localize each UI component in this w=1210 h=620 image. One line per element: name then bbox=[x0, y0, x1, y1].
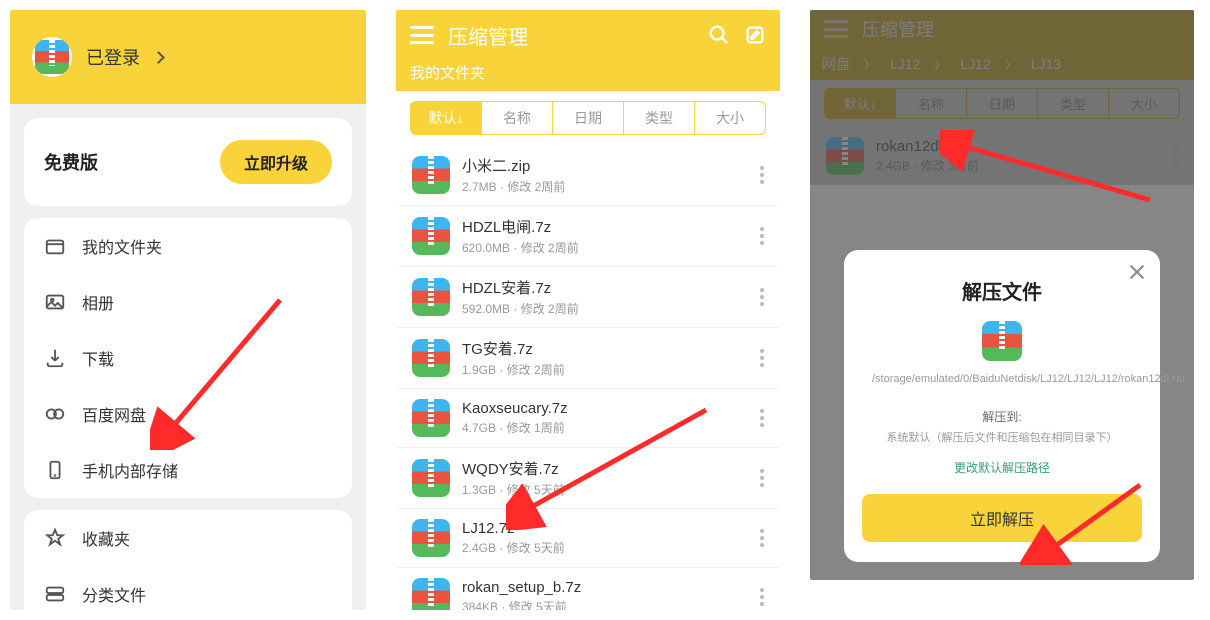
search-icon[interactable] bbox=[708, 24, 730, 46]
plan-label: 免费版 bbox=[44, 149, 98, 175]
more-icon[interactable] bbox=[760, 166, 764, 184]
hamburger-icon[interactable] bbox=[410, 26, 434, 44]
file-name: HDZL电闸.7z bbox=[462, 216, 748, 237]
file-name: TG安着.7z bbox=[462, 338, 748, 359]
menu-card-1: 我的文件夹 相册 下载 百度网盘 手机内部存储 bbox=[24, 218, 352, 498]
link-icon bbox=[44, 403, 66, 425]
file-meta: 1.3GB · 修改 5天前 bbox=[462, 481, 748, 498]
menu-baidu[interactable]: 百度网盘 bbox=[24, 386, 352, 442]
more-icon[interactable] bbox=[760, 349, 764, 367]
file-row[interactable]: rokan_setup_b.7z 384KB · 修改 5天前 bbox=[396, 568, 780, 610]
image-icon bbox=[44, 291, 66, 313]
phone-icon bbox=[44, 459, 66, 481]
sidebar-body: 免费版 立即升级 我的文件夹 相册 下载 百度网盘 手 bbox=[10, 104, 366, 610]
download-icon bbox=[44, 347, 66, 369]
screenshot-2: 压缩管理 我的文件夹 默认↓ 名称 日期 类型 大小 小米二.zip 2.7MB… bbox=[396, 10, 780, 610]
file-row[interactable]: 小米二.zip 2.7MB · 修改 2周前 bbox=[396, 145, 780, 206]
menu-label: 分类文件 bbox=[82, 582, 146, 606]
tab-type[interactable]: 类型 bbox=[624, 101, 695, 135]
menu-download[interactable]: 下载 bbox=[24, 330, 352, 386]
upgrade-button[interactable]: 立即升级 bbox=[220, 140, 332, 184]
file-meta: 1.9GB · 修改 2周前 bbox=[462, 361, 748, 378]
dest-desc: 系统默认（解压后文件和压缩包在相同目录下） bbox=[862, 429, 1142, 445]
more-icon[interactable] bbox=[760, 288, 764, 306]
menu-my-folder[interactable]: 我的文件夹 bbox=[24, 218, 352, 274]
file-meta: 620.0MB · 修改 2周前 bbox=[462, 239, 748, 256]
archive-icon bbox=[412, 339, 450, 377]
more-icon[interactable] bbox=[760, 227, 764, 245]
archive-icon bbox=[412, 217, 450, 255]
archive-icon bbox=[412, 519, 450, 557]
file-meta: 2.7MB · 修改 2周前 bbox=[462, 178, 748, 195]
tab-name[interactable]: 名称 bbox=[482, 101, 553, 135]
folder-icon bbox=[44, 235, 66, 257]
close-icon[interactable] bbox=[1128, 262, 1146, 280]
screenshot-3: 压缩管理 网盘 〉 LJ12 〉 LJ12 〉 LJ13 默认↓ 名称 日期 类… bbox=[810, 10, 1194, 580]
file-row[interactable]: TG安着.7z 1.9GB · 修改 2周前 bbox=[396, 328, 780, 389]
more-icon[interactable] bbox=[760, 409, 764, 427]
category-icon bbox=[44, 583, 66, 605]
extract-button[interactable]: 立即解压 bbox=[862, 494, 1142, 542]
menu-label: 下载 bbox=[82, 346, 114, 370]
dialog-title: 解压文件 bbox=[862, 276, 1142, 305]
archive-icon bbox=[982, 321, 1022, 361]
menu-label: 我的文件夹 bbox=[82, 234, 162, 258]
tab-default[interactable]: 默认↓ bbox=[410, 101, 482, 135]
menu-label: 收藏夹 bbox=[82, 526, 130, 550]
app-title: 压缩管理 bbox=[448, 21, 694, 50]
screenshot-1: 已登录 免费版 立即升级 我的文件夹 相册 下载 百度 bbox=[10, 10, 366, 610]
file-name: HDZL安着.7z bbox=[462, 277, 748, 298]
menu-label: 百度网盘 bbox=[82, 402, 146, 426]
menu-label: 相册 bbox=[82, 290, 114, 314]
app-header: 压缩管理 bbox=[396, 10, 780, 60]
archive-icon bbox=[412, 156, 450, 194]
file-row[interactable]: LJ12.7z 2.4GB · 修改 5天前 bbox=[396, 509, 780, 568]
file-row[interactable]: Kaoxseucary.7z 4.7GB · 修改 1周前 bbox=[396, 389, 780, 448]
file-meta: 592.0MB · 修改 2周前 bbox=[462, 300, 748, 317]
file-name: WQDY安着.7z bbox=[462, 458, 748, 479]
tab-size[interactable]: 大小 bbox=[695, 101, 766, 135]
file-meta: 4.7GB · 修改 1周前 bbox=[462, 419, 748, 436]
change-path-link[interactable]: 更改默认解压路径 bbox=[862, 459, 1142, 476]
sort-tabs: 默认↓ 名称 日期 类型 大小 bbox=[396, 91, 780, 145]
archive-icon bbox=[412, 578, 450, 610]
menu-card-2: 收藏夹 分类文件 回收站 bbox=[24, 510, 352, 610]
archive-icon bbox=[412, 399, 450, 437]
star-icon bbox=[44, 527, 66, 549]
login-status[interactable]: 已登录 bbox=[86, 44, 140, 70]
sidebar-header: 已登录 bbox=[10, 10, 366, 104]
upgrade-card: 免费版 立即升级 bbox=[24, 118, 352, 206]
user-avatar[interactable] bbox=[32, 37, 72, 77]
more-icon[interactable] bbox=[760, 588, 764, 606]
dest-label: 解压到: bbox=[862, 408, 1142, 425]
chevron-right-icon bbox=[152, 51, 165, 64]
menu-favorites[interactable]: 收藏夹 bbox=[24, 510, 352, 566]
file-meta: 384KB · 修改 5天前 bbox=[462, 598, 748, 610]
file-meta: 2.4GB · 修改 5天前 bbox=[462, 539, 748, 556]
file-name: 小米二.zip bbox=[462, 155, 748, 176]
menu-album[interactable]: 相册 bbox=[24, 274, 352, 330]
file-row[interactable]: HDZL安着.7z 592.0MB · 修改 2周前 bbox=[396, 267, 780, 328]
breadcrumb-subtitle[interactable]: 我的文件夹 bbox=[396, 60, 780, 91]
menu-categories[interactable]: 分类文件 bbox=[24, 566, 352, 610]
file-list: 小米二.zip 2.7MB · 修改 2周前 HDZL电闸.7z 620.0MB… bbox=[396, 145, 780, 610]
edit-icon[interactable] bbox=[744, 24, 766, 46]
file-row[interactable]: HDZL电闸.7z 620.0MB · 修改 2周前 bbox=[396, 206, 780, 267]
file-name: Kaoxseucary.7z bbox=[462, 400, 748, 417]
file-path: /storage/emulated/0/BaiduNetdisk/LJ12/LJ… bbox=[862, 371, 1142, 388]
more-icon[interactable] bbox=[760, 529, 764, 547]
file-row[interactable]: WQDY安着.7z 1.3GB · 修改 5天前 bbox=[396, 448, 780, 509]
more-icon[interactable] bbox=[760, 469, 764, 487]
file-name: LJ12.7z bbox=[462, 520, 748, 537]
archive-icon bbox=[412, 459, 450, 497]
menu-label: 手机内部存储 bbox=[82, 458, 178, 482]
app-icon bbox=[35, 40, 69, 74]
menu-phone-storage[interactable]: 手机内部存储 bbox=[24, 442, 352, 498]
archive-icon bbox=[412, 278, 450, 316]
extract-dialog: 解压文件 /storage/emulated/0/BaiduNetdisk/LJ… bbox=[844, 250, 1160, 562]
tab-date[interactable]: 日期 bbox=[553, 101, 624, 135]
file-name: rokan_setup_b.7z bbox=[462, 579, 748, 596]
